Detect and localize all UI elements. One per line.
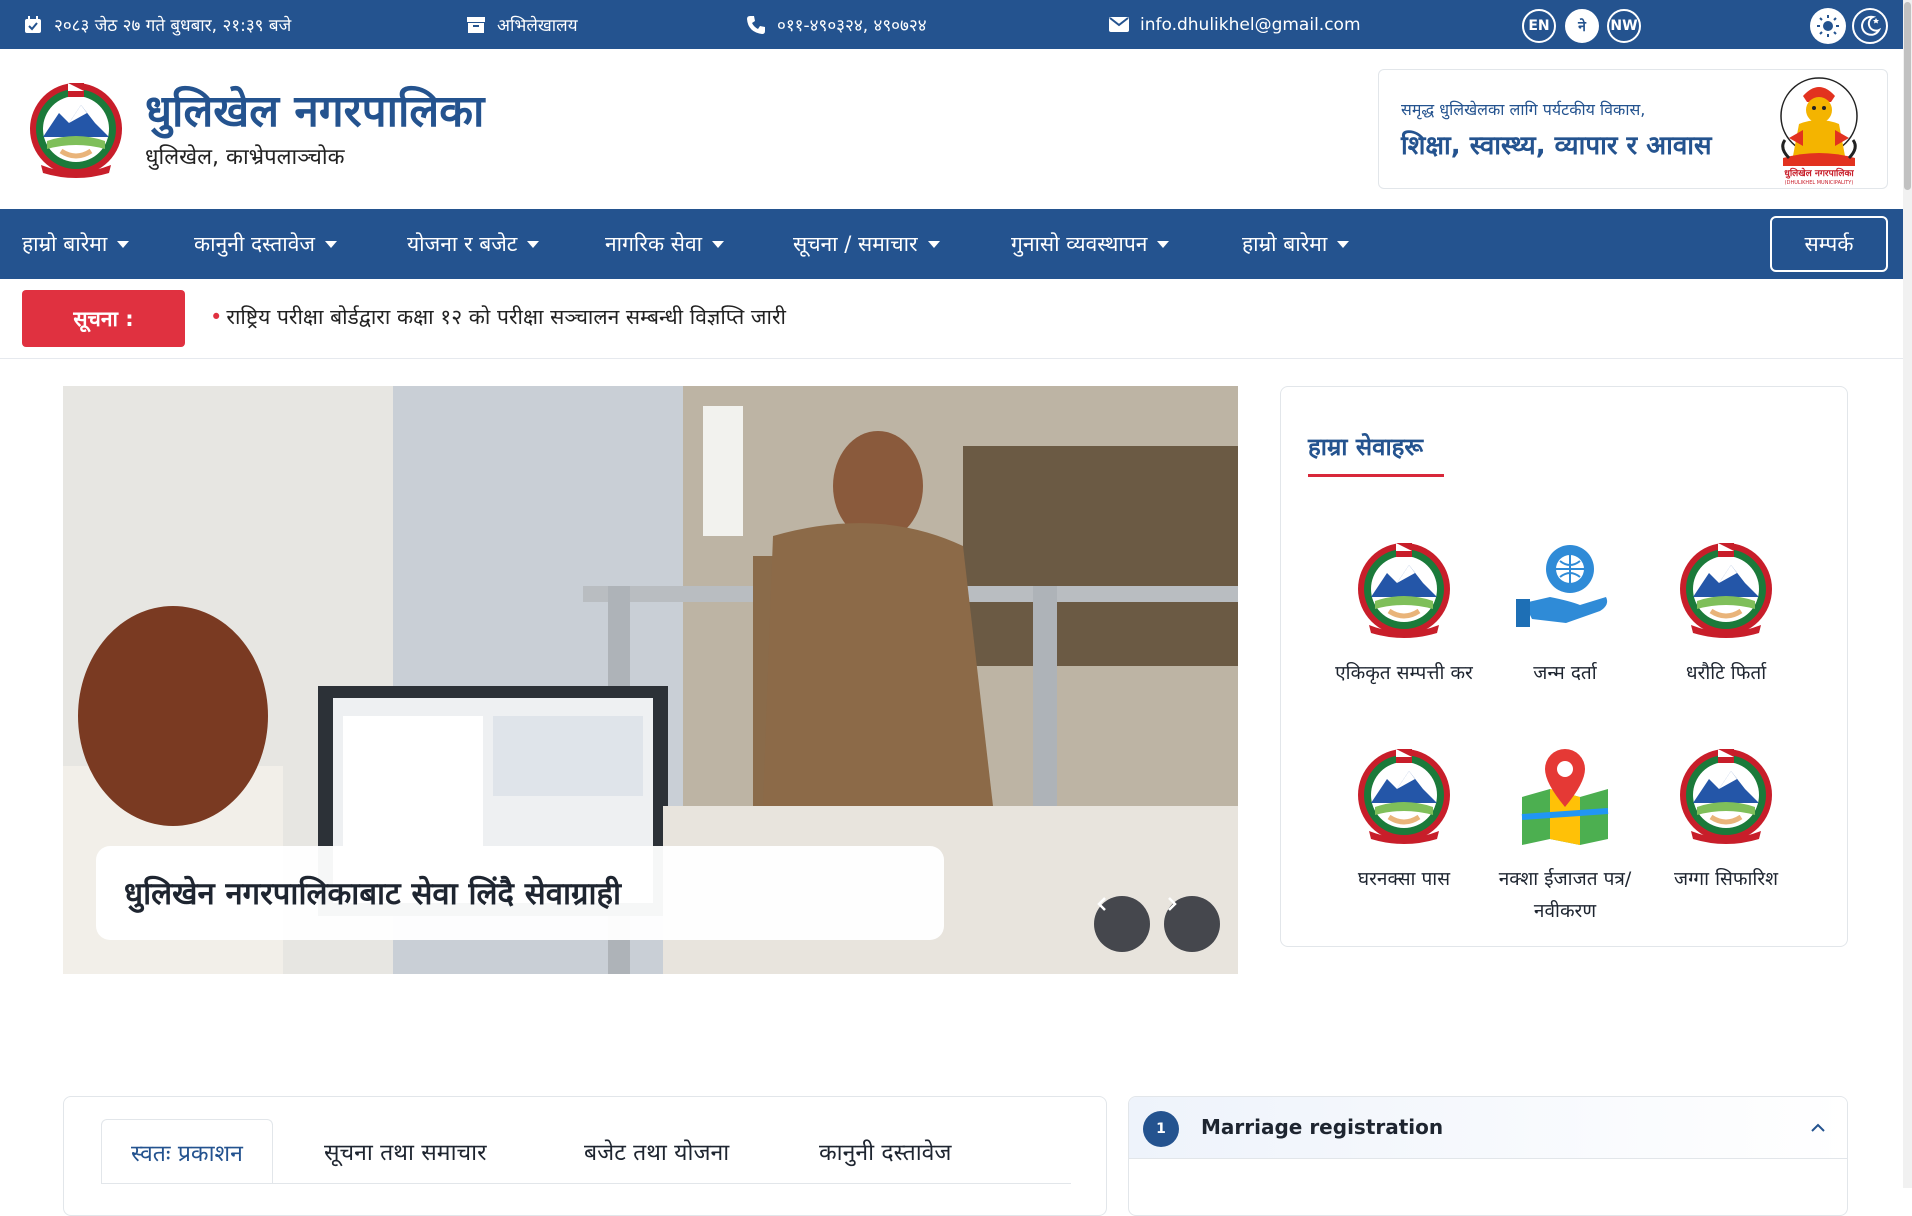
services-title: हाम्रा सेवाहरू — [1308, 433, 1424, 461]
service-item[interactable]: जग्गा सिफारिश — [1646, 745, 1806, 895]
nav-news[interactable]: सूचना / समाचार — [793, 209, 940, 279]
phone-text: ०११-४९०३२४, ४९०७२४ — [777, 16, 927, 36]
service-label[interactable]: नक्शा ईजाजत पत्र/नवीकरण — [1485, 863, 1645, 927]
lang-nw-button[interactable]: NW — [1607, 9, 1641, 43]
site-title[interactable]: धुलिखेल नगरपालिका — [145, 79, 484, 139]
archive-label[interactable]: अभिलेखालय — [497, 13, 578, 36]
nav-grievance[interactable]: गुनासो व्यवस्थापन — [1011, 209, 1170, 279]
calendar-icon — [22, 14, 44, 36]
service-label[interactable]: जन्म दर्ता — [1485, 657, 1645, 689]
map-pin-icon — [1521, 749, 1609, 845]
notice-text[interactable]: राष्ट्रिय परीक्षा बोर्डद्वारा कक्षा १२ क… — [226, 305, 786, 329]
globe-hand-icon — [1516, 545, 1608, 627]
tabs-divider — [101, 1183, 1071, 1184]
service-label[interactable]: एकिकृत सम्पत्ती कर — [1324, 657, 1484, 689]
accordion-title[interactable]: Marriage registration — [1201, 1115, 1443, 1139]
accordion-panel: 1 Marriage registration — [1128, 1096, 1848, 1216]
notice-ticker[interactable]: • राष्ट्रिय परीक्षा बोर्डद्वारा कक्षा १२ … — [210, 303, 786, 331]
chevron-down-icon — [117, 240, 130, 248]
lang-ne-button[interactable]: ने — [1565, 9, 1599, 43]
accordion-number-badge: 1 — [1143, 1111, 1179, 1147]
publications-tabs-panel: स्वतः प्रकाशन सूचना तथा समाचार बजेट तथा … — [63, 1096, 1107, 1216]
deity-caption: धुलिखेल नगरपालिका — [1784, 167, 1854, 179]
service-item[interactable]: एकिकृत सम्पत्ती कर — [1324, 539, 1484, 689]
tab-news[interactable]: सूचना तथा समाचार — [324, 1119, 487, 1183]
chevron-down-icon — [324, 240, 337, 248]
chevron-down-icon — [527, 240, 540, 248]
emblem-icon — [1671, 745, 1781, 845]
service-label[interactable]: धरौटि फिर्ता — [1646, 657, 1806, 689]
nav-legal-documents[interactable]: कानुनी दस्तावेज — [194, 209, 337, 279]
nav-citizen-service[interactable]: नागरिक सेवा — [605, 209, 725, 279]
tab-self-publication[interactable]: स्वतः प्रकाशन — [101, 1119, 273, 1183]
accordion-header[interactable]: 1 Marriage registration — [1129, 1097, 1847, 1159]
nav-plan-budget[interactable]: योजना र बजेट — [407, 209, 540, 279]
nav-about-2-label[interactable]: हाम्रो बारेमा — [1242, 230, 1327, 258]
site-subtitle: धुलिखेल, काभ्रेपलाञ्चोक — [145, 145, 345, 170]
tab-budget-plan[interactable]: बजेट तथा योजना — [584, 1119, 729, 1183]
notice-bar: सूचना : • राष्ट्रिय परीक्षा बोर्डद्वारा क… — [0, 279, 1903, 359]
site-header: धुलिखेल नगरपालिका धुलिखेल, काभ्रेपलाञ्चो… — [0, 49, 1903, 209]
emblem-icon — [1349, 539, 1459, 639]
mail-icon — [1108, 14, 1130, 36]
emblem-icon — [1671, 539, 1781, 639]
phone-icon — [745, 14, 767, 36]
archive-icon — [465, 14, 487, 36]
service-label[interactable]: घरनक्सा पास — [1324, 863, 1484, 895]
page-scrollbar[interactable] — [1903, 0, 1912, 1188]
date-display: २०८३ जेठ २७ गते बुधबार, २१:३९ बजे — [22, 0, 291, 49]
sun-icon — [1817, 15, 1839, 37]
notice-label: सूचना : — [22, 290, 185, 347]
nav-plan-label[interactable]: योजना र बजेट — [407, 230, 517, 258]
nav-grievance-label[interactable]: गुनासो व्यवस्थापन — [1011, 230, 1147, 258]
chevron-left-icon — [1097, 897, 1106, 911]
municipality-emblem-logo[interactable] — [20, 79, 132, 179]
hero-slider[interactable]: धुलिखेन नगरपालिकाबाट सेवा लिंदै सेवाग्रा… — [63, 386, 1238, 974]
slogan-small: समृद्ध धुलिखेलका लागि पर्यटकीय विकास, — [1401, 100, 1646, 119]
slogan-box: समृद्ध धुलिखेलका लागि पर्यटकीय विकास, शि… — [1378, 69, 1888, 189]
service-item[interactable]: घरनक्सा पास — [1324, 745, 1484, 895]
service-label[interactable]: जग्गा सिफारिश — [1646, 863, 1806, 895]
light-mode-button[interactable] — [1810, 8, 1846, 44]
archive-link[interactable]: अभिलेखालय — [465, 0, 578, 49]
service-item[interactable]: जन्म दर्ता — [1485, 539, 1645, 689]
contact-button[interactable]: सम्पर्क — [1770, 216, 1888, 272]
phone-info: ०११-४९०३२४, ४९०७२४ — [745, 0, 927, 49]
services-panel: हाम्रा सेवाहरू एकिकृत सम्पत्ती कर जन्म द… — [1280, 386, 1848, 947]
tab-legal-documents[interactable]: कानुनी दस्तावेज — [819, 1119, 952, 1183]
nav-about[interactable]: हाम्रो बारेमा — [22, 209, 130, 279]
nav-news-label[interactable]: सूचना / समाचार — [793, 230, 918, 258]
dark-mode-button[interactable] — [1852, 8, 1888, 44]
lang-en-button[interactable]: EN — [1522, 9, 1556, 43]
service-item[interactable]: धरौटि फिर्ता — [1646, 539, 1806, 689]
moon-icon — [1861, 15, 1881, 36]
deity-caption-en: (DHULIKHEL MUNICIPALITY) — [1785, 180, 1854, 186]
chevron-down-icon — [712, 240, 725, 248]
chevron-right-icon — [1168, 897, 1177, 911]
emblem-icon — [1349, 745, 1459, 845]
slider-next-button[interactable] — [1164, 896, 1220, 952]
chevron-down-icon — [1337, 240, 1350, 248]
slide-caption: धुलिखेन नगरपालिकाबाट सेवा लिंदै सेवाग्रा… — [96, 846, 944, 940]
email-link[interactable]: info.dhulikhel@gmail.com — [1108, 0, 1361, 49]
nav-about-2[interactable]: हाम्रो बारेमा — [1242, 209, 1350, 279]
chevron-down-icon — [927, 240, 940, 248]
scrollbar-thumb[interactable] — [1904, 2, 1911, 190]
chevron-down-icon — [1157, 240, 1170, 248]
main-nav: हाम्रो बारेमा कानुनी दस्तावेज योजना र बज… — [0, 209, 1903, 279]
title-underline — [1308, 474, 1444, 477]
slogan-big: शिक्षा, स्वास्थ्य, व्यापार र आवास — [1401, 131, 1712, 161]
bullet-icon: • — [210, 305, 223, 329]
chevron-up-icon[interactable] — [1809, 1119, 1827, 1137]
slider-prev-button[interactable] — [1094, 896, 1150, 952]
datetime-text: २०८३ जेठ २७ गते बुधबार, २१:३९ बजे — [54, 16, 292, 36]
nav-legal-label[interactable]: कानुनी दस्तावेज — [194, 230, 315, 258]
deity-logo: धुलिखेल नगरपालिका (DHULIKHEL MUNICIPALIT… — [1780, 77, 1858, 186]
nav-citizen-label[interactable]: नागरिक सेवा — [605, 230, 702, 258]
top-bar: २०८३ जेठ २७ गते बुधबार, २१:३९ बजे अभिलेख… — [0, 0, 1912, 49]
service-item[interactable]: नक्शा ईजाजत पत्र/नवीकरण — [1485, 745, 1645, 927]
nav-about-label[interactable]: हाम्रो बारेमा — [22, 230, 107, 258]
email-text[interactable]: info.dhulikhel@gmail.com — [1140, 15, 1361, 35]
